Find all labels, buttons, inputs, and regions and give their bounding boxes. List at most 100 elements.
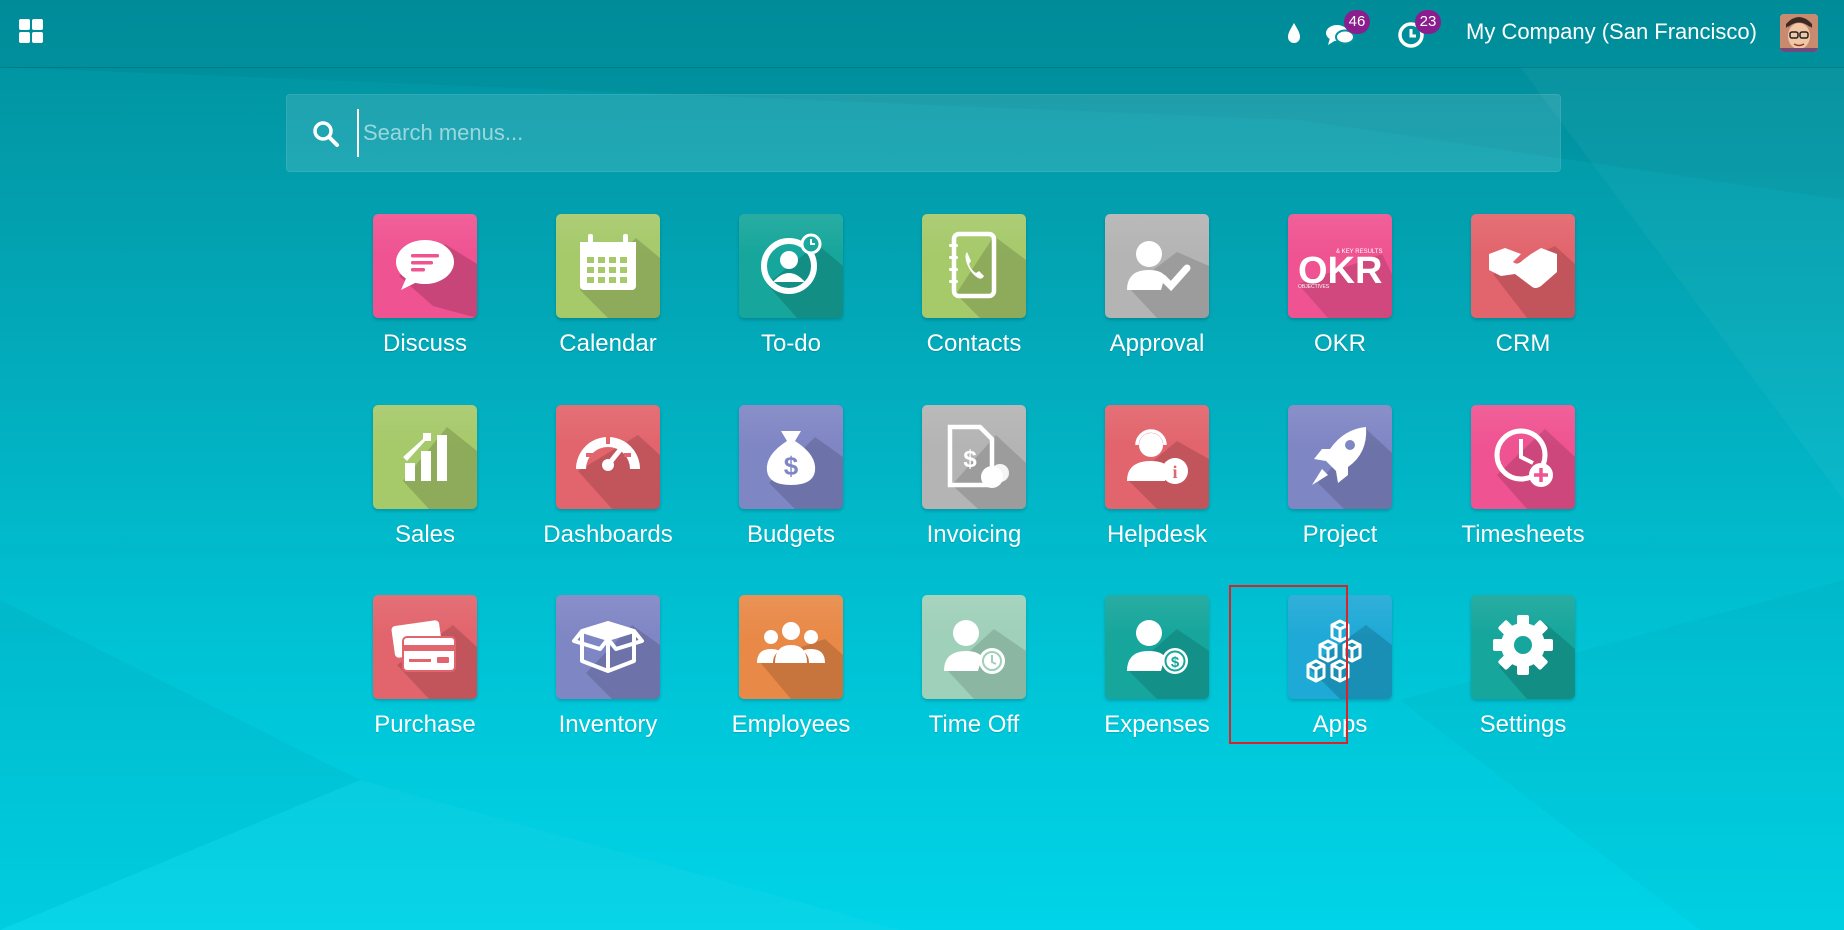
app-label: Purchase xyxy=(374,711,476,738)
app-label: Settings xyxy=(1479,711,1567,738)
svg-text:$: $ xyxy=(963,446,977,473)
sales-tile xyxy=(373,405,477,509)
user-check-icon xyxy=(1127,241,1191,292)
purchase-tile xyxy=(373,595,477,699)
app-expenses[interactable]: $ Expenses xyxy=(1070,595,1230,755)
app-label: Budgets xyxy=(746,521,836,548)
top-navbar: 46 23 My Company (San Francisco) xyxy=(0,0,1844,68)
employees-tile xyxy=(739,595,843,699)
app-label: Sales xyxy=(394,521,456,548)
app-label: Discuss xyxy=(382,330,467,357)
user-dollar-icon: $ xyxy=(1127,620,1188,674)
growth-chart-icon xyxy=(403,433,447,481)
app-label: Inventory xyxy=(558,711,658,738)
search-bar xyxy=(286,94,1561,172)
app-label: OKR xyxy=(1313,330,1366,357)
svg-text:& KEY RESULTS: & KEY RESULTS xyxy=(1336,249,1382,255)
app-helpdesk[interactable]: i Helpdesk xyxy=(1070,405,1230,565)
calendar-icon xyxy=(580,234,636,290)
app-label: Employees xyxy=(731,711,851,738)
helpdesk-tile: i xyxy=(1105,405,1209,509)
invoice-icon: $ xyxy=(947,424,1009,488)
svg-text:OBJECTIVES: OBJECTIVES xyxy=(1298,284,1330,290)
search-icon xyxy=(313,121,339,147)
company-switcher[interactable]: My Company (San Francisco) xyxy=(1466,19,1757,45)
activities-badge: 23 xyxy=(1415,10,1441,34)
app-label: Timesheets xyxy=(1461,521,1585,548)
app-label: Apps xyxy=(1312,711,1368,738)
todo-tile xyxy=(739,214,843,318)
svg-text:$: $ xyxy=(784,451,799,481)
user-clock-icon xyxy=(944,620,1005,674)
app-discuss[interactable]: Discuss xyxy=(338,214,498,374)
app-label: Dashboards xyxy=(543,521,673,548)
approval-tile xyxy=(1105,214,1209,318)
debug-drop-icon[interactable] xyxy=(1278,18,1310,50)
inventory-tile xyxy=(556,595,660,699)
time-off-tile xyxy=(922,595,1026,699)
app-settings[interactable]: Settings xyxy=(1436,595,1596,755)
app-label: Project xyxy=(1302,521,1378,548)
app-okr[interactable]: OKR & KEY RESULTS OBJECTIVES OKR xyxy=(1253,214,1413,374)
cubes-icon xyxy=(1306,619,1362,683)
timesheets-tile xyxy=(1471,405,1575,509)
app-to-do[interactable]: To-do xyxy=(704,214,864,374)
svg-text:i: i xyxy=(1172,462,1177,482)
todo-icon xyxy=(761,233,822,294)
credit-cards-icon xyxy=(391,620,456,672)
app-label: Helpdesk xyxy=(1106,521,1208,548)
app-label: Contacts xyxy=(926,330,1022,357)
app-label: Approval xyxy=(1109,330,1205,357)
app-invoicing[interactable]: $ Invoicing xyxy=(887,405,1047,565)
app-apps[interactable]: Apps xyxy=(1253,595,1413,755)
messages-button[interactable]: 46 xyxy=(1324,10,1370,50)
chat-bubble-icon xyxy=(396,240,454,290)
app-label: Calendar xyxy=(559,330,657,357)
activities-button[interactable]: 23 xyxy=(1395,10,1441,50)
app-contacts[interactable]: Contacts xyxy=(887,214,1047,374)
phone-book-icon xyxy=(949,231,997,299)
crm-tile xyxy=(1471,214,1575,318)
money-bag-icon: $ xyxy=(766,431,816,485)
app-budgets[interactable]: $ Budgets xyxy=(704,405,864,565)
messages-badge: 46 xyxy=(1344,10,1370,34)
expenses-tile: $ xyxy=(1105,595,1209,699)
app-label: Time Off xyxy=(928,711,1020,738)
app-label: Expenses xyxy=(1104,711,1210,738)
okr-tile: OKR & KEY RESULTS OBJECTIVES xyxy=(1288,214,1392,318)
app-label: CRM xyxy=(1495,330,1551,357)
app-sales[interactable]: Sales xyxy=(338,405,498,565)
app-employees[interactable]: Employees xyxy=(704,595,864,755)
app-inventory[interactable]: Inventory xyxy=(521,595,681,755)
okr-icon: OKR & KEY RESULTS OBJECTIVES xyxy=(1298,249,1382,292)
dashboards-tile xyxy=(556,405,660,509)
app-grid-icon[interactable] xyxy=(19,19,47,47)
user-avatar[interactable] xyxy=(1780,14,1818,52)
app-timesheets[interactable]: Timesheets xyxy=(1436,405,1596,565)
search-input[interactable] xyxy=(357,109,1545,157)
svg-text:OKR: OKR xyxy=(1298,250,1382,292)
speedometer-icon xyxy=(576,437,640,471)
app-calendar[interactable]: Calendar xyxy=(521,214,681,374)
project-tile xyxy=(1288,405,1392,509)
app-dashboards[interactable]: Dashboards xyxy=(521,405,681,565)
app-purchase[interactable]: Purchase xyxy=(338,595,498,755)
budgets-tile: $ xyxy=(739,405,843,509)
gear-icon xyxy=(1493,615,1553,675)
app-project[interactable]: Project xyxy=(1253,405,1413,565)
svg-text:$: $ xyxy=(1171,654,1180,671)
app-time-off[interactable]: Time Off xyxy=(887,595,1047,755)
rocket-icon xyxy=(1312,427,1367,485)
invoicing-tile: $ xyxy=(922,405,1026,509)
apps-tile xyxy=(1288,595,1392,699)
app-crm[interactable]: CRM xyxy=(1436,214,1596,374)
discuss-tile xyxy=(373,214,477,318)
open-box-icon xyxy=(572,621,644,673)
app-label: Invoicing xyxy=(926,521,1022,548)
headset-info-icon: i xyxy=(1127,429,1188,484)
handshake-icon xyxy=(1489,248,1557,288)
calendar-tile xyxy=(556,214,660,318)
app-approval[interactable]: Approval xyxy=(1070,214,1230,374)
contacts-tile xyxy=(922,214,1026,318)
people-group-icon xyxy=(757,622,825,663)
